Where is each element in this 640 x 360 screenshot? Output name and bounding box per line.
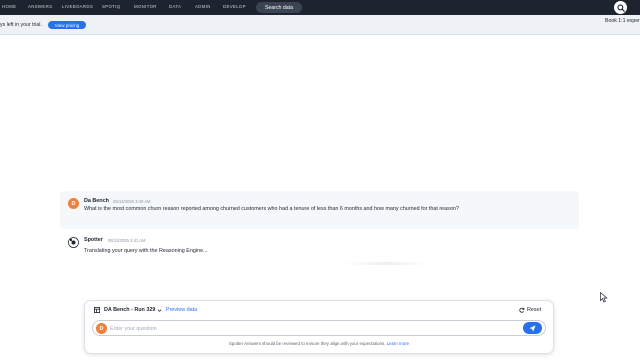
nav-item-data[interactable]: DATA xyxy=(169,4,181,9)
search-data-label: Search data xyxy=(265,4,293,11)
view-pricing-button[interactable]: View pricing xyxy=(48,21,86,29)
reset-icon xyxy=(519,307,525,313)
send-button[interactable] xyxy=(523,322,542,334)
nav-item-develop[interactable]: DEVELOP xyxy=(223,4,246,9)
table-icon xyxy=(94,307,100,313)
question-input[interactable] xyxy=(110,323,510,334)
assistant-message-timestamp: 06/13/2025 3:41 AM xyxy=(108,238,146,243)
nav-item-home[interactable]: HOME xyxy=(2,4,16,9)
nav-item-answers[interactable]: ANSWERS xyxy=(28,4,52,9)
nav-item-liveboards[interactable]: LIVEBOARDS xyxy=(62,4,93,9)
mouse-cursor-icon xyxy=(600,292,608,303)
composer-avatar: D xyxy=(96,323,107,334)
user-message-timestamp: 06/13/2025 3:40 AM xyxy=(113,199,151,204)
disclaimer: Spotter Answers should be reviewed to en… xyxy=(84,341,554,346)
spotter-icon xyxy=(68,237,79,248)
trial-text: ys left in your trial. xyxy=(0,22,42,28)
composer-avatar-initial: D xyxy=(99,325,104,332)
send-icon xyxy=(529,324,536,332)
book-expert-link[interactable]: Book 1:1 exper xyxy=(605,18,640,24)
user-message-author: Da Bench xyxy=(84,198,109,204)
global-search-button[interactable] xyxy=(614,1,627,14)
chevron-down-icon[interactable] xyxy=(157,308,162,313)
search-data-button[interactable]: Search data xyxy=(256,2,302,13)
user-avatar: D xyxy=(68,198,79,209)
reset-label: Reset xyxy=(527,307,542,313)
user-avatar-initial: D xyxy=(71,200,76,207)
reset-button[interactable]: Reset xyxy=(519,306,541,314)
nav-item-spotiq[interactable]: SPOTIQ xyxy=(102,4,120,9)
preview-data-link[interactable]: Preview data xyxy=(166,307,197,313)
top-nav: HOME ANSWERS LIVEBOARDS SPOTIQ MONITOR D… xyxy=(0,0,640,15)
assistant-message-author: Spotter xyxy=(84,237,103,243)
trial-banner: ys left in your trial. View pricing Book… xyxy=(0,15,640,35)
search-icon xyxy=(616,3,625,12)
learn-more-link[interactable]: Learn more xyxy=(387,341,409,346)
disclaimer-text: Spotter Answers should be reviewed to en… xyxy=(228,341,386,346)
user-message-text: What is the most common churn reason rep… xyxy=(84,206,459,212)
view-pricing-label: View pricing xyxy=(54,22,80,28)
nav-item-monitor[interactable]: MONITOR xyxy=(134,4,157,9)
loading-shimmer xyxy=(344,262,430,265)
data-source-selector[interactable]: DA Bench - Run 329 xyxy=(104,307,155,313)
nav-item-admin[interactable]: ADMIN xyxy=(195,4,211,9)
assistant-message-text: Translating your query with the Reasonin… xyxy=(84,248,208,254)
